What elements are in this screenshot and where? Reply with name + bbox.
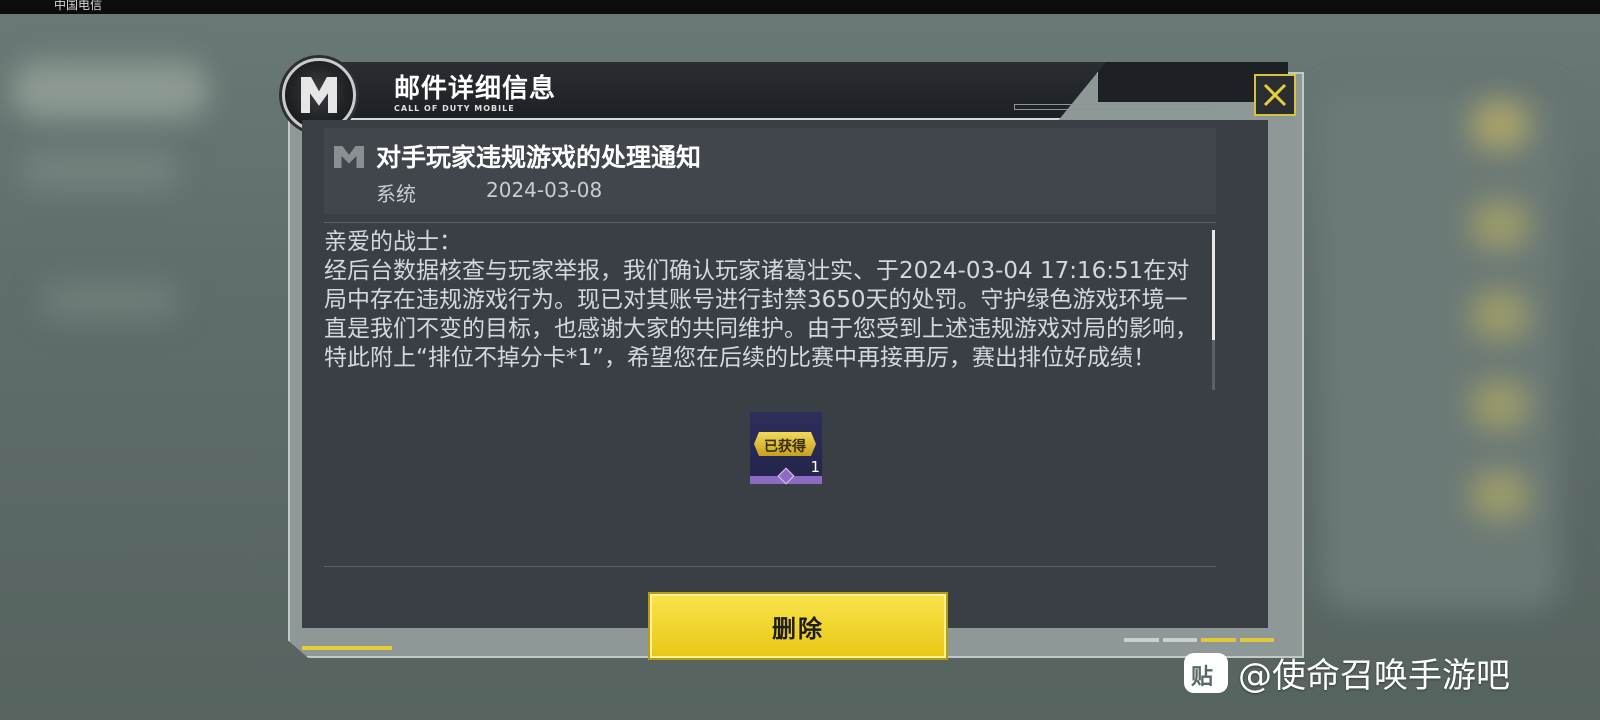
header-divider [324, 222, 1216, 223]
carrier-label: 中国电信 [54, 0, 103, 12]
corner-bar [1201, 638, 1236, 642]
mail-body-scroll[interactable]: 亲爱的战士： 经后台数据核查与玩家举报，我们确认玩家诸葛壮实、于2024-03-… [324, 228, 1208, 404]
mail-body-scrollbar[interactable] [1212, 230, 1215, 390]
corner-bar [1124, 638, 1159, 642]
codm-logo-icon [301, 77, 337, 113]
corner-bar [1162, 638, 1197, 642]
delete-button-label: 删除 [772, 614, 824, 643]
mail-sender: 系统 [376, 182, 416, 206]
tieba-logo-icon: 贴 [1184, 652, 1228, 693]
reward-count: 1 [810, 458, 820, 476]
scroll-thumb[interactable] [1212, 230, 1215, 340]
corner-decoration [1124, 638, 1274, 642]
footer-divider [324, 566, 1216, 567]
mail-type-icon [334, 146, 364, 168]
dialog-title: 邮件详细信息 [394, 74, 557, 104]
mail-header: 对手玩家违规游戏的处理通知 系统 2024-03-08 [324, 128, 1216, 214]
mail-detail-dialog: 邮件详细信息 CALL OF DUTY MOBILE 对手玩家违规游戏的处理通知… [282, 58, 1312, 662]
close-x-icon [1263, 83, 1287, 107]
header-progress-line [1014, 104, 1212, 110]
close-button[interactable] [1254, 74, 1296, 116]
tieba-logo-char: 贴 [1191, 664, 1214, 690]
mail-panel: 对手玩家违规游戏的处理通知 系统 2024-03-08 亲爱的战士： 经后台数据… [302, 120, 1268, 658]
mail-title: 对手玩家违规游戏的处理通知 [376, 143, 702, 172]
body-fade [324, 386, 1208, 404]
reward-status-label: 已获得 [764, 439, 806, 455]
reward-item[interactable]: 已获得 1 [750, 412, 822, 485]
dialog-subtitle: CALL OF DUTY MOBILE [394, 104, 515, 113]
mail-date: 2024-03-08 [486, 178, 603, 202]
bottom-accent-bar [302, 646, 392, 650]
corner-bar [1239, 638, 1274, 642]
watermark: 贴 @使命召唤手游吧 [1184, 648, 1510, 697]
status-bar: 中国电信 [0, 0, 1600, 14]
delete-button[interactable]: 删除 [650, 594, 946, 658]
mail-body-text: 亲爱的战士： 经后台数据核查与玩家举报，我们确认玩家诸葛壮实、于2024-03-… [324, 229, 1198, 371]
watermark-text: @使命召唤手游吧 [1238, 656, 1510, 696]
dialog-header: 邮件详细信息 CALL OF DUTY MOBILE [316, 62, 1106, 120]
